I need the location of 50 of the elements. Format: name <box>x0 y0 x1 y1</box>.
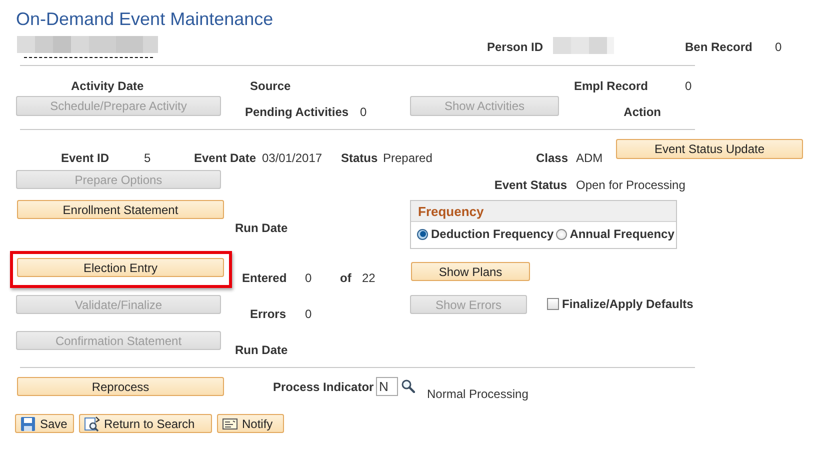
field-value: 0 <box>775 40 782 54</box>
field-label: Event Date <box>194 151 256 165</box>
field-label: Process Indicator <box>273 380 374 394</box>
field-label: Entered <box>242 271 287 285</box>
field-label: Run Date <box>235 343 288 357</box>
radio-label: Annual Frequency <box>570 227 674 241</box>
field-value: 22 <box>362 271 376 285</box>
field-value: 03/01/2017 <box>262 151 322 165</box>
field-label: Activity Date <box>71 79 144 93</box>
field-value: Open for Processing <box>576 178 686 192</box>
toolbar-button[interactable]: Save <box>15 414 74 433</box>
field-label: Errors <box>250 307 286 321</box>
field-label: of <box>340 271 352 285</box>
note-icon <box>222 416 238 432</box>
field-value: 0 <box>360 105 367 119</box>
field-label: Class <box>536 151 568 165</box>
radio-button[interactable] <box>556 228 567 240</box>
field-label: Person ID <box>486 40 543 54</box>
field-label: Run Date <box>235 221 288 235</box>
search-icon[interactable] <box>401 379 415 393</box>
field-value: 5 <box>144 151 151 165</box>
field-value: 0 <box>305 271 312 285</box>
button[interactable]: Event Status Update <box>616 139 803 159</box>
redacted-id <box>553 37 614 54</box>
field-label: Source <box>250 79 291 93</box>
field-value: 0 <box>305 307 312 321</box>
radio-label: Deduction Frequency <box>431 227 554 241</box>
page-title: On-Demand Event Maintenance <box>16 8 274 30</box>
section-header: Frequency <box>411 201 676 222</box>
field-value: Prepared <box>383 151 432 165</box>
field-label: Ben Record <box>685 40 752 54</box>
radio-button[interactable] <box>417 228 428 240</box>
button[interactable]: Enrollment Statement <box>17 200 224 219</box>
field-label: Event Status <box>494 178 567 192</box>
input-field[interactable]: N <box>376 377 398 396</box>
field-label: Action <box>624 105 661 119</box>
magnifier-page-icon <box>84 416 100 432</box>
toolbar-button[interactable]: Return to Search <box>79 414 212 433</box>
field-label: Status <box>341 151 378 165</box>
field-label: Event ID <box>61 151 110 165</box>
button[interactable]: Show Plans <box>411 262 530 281</box>
checkbox[interactable]: Finalize/Apply Defaults <box>547 297 694 311</box>
field-label: Empl Record <box>574 79 648 93</box>
field-value: ADM <box>576 151 603 165</box>
button[interactable]: Reprocess <box>17 377 224 396</box>
field-value: 0 <box>685 79 692 93</box>
field-value: Normal Processing <box>427 387 528 401</box>
field-label: Pending Activities <box>245 105 349 119</box>
button[interactable]: Election Entry <box>17 258 224 277</box>
toolbar-button[interactable]: Notify <box>217 414 284 433</box>
